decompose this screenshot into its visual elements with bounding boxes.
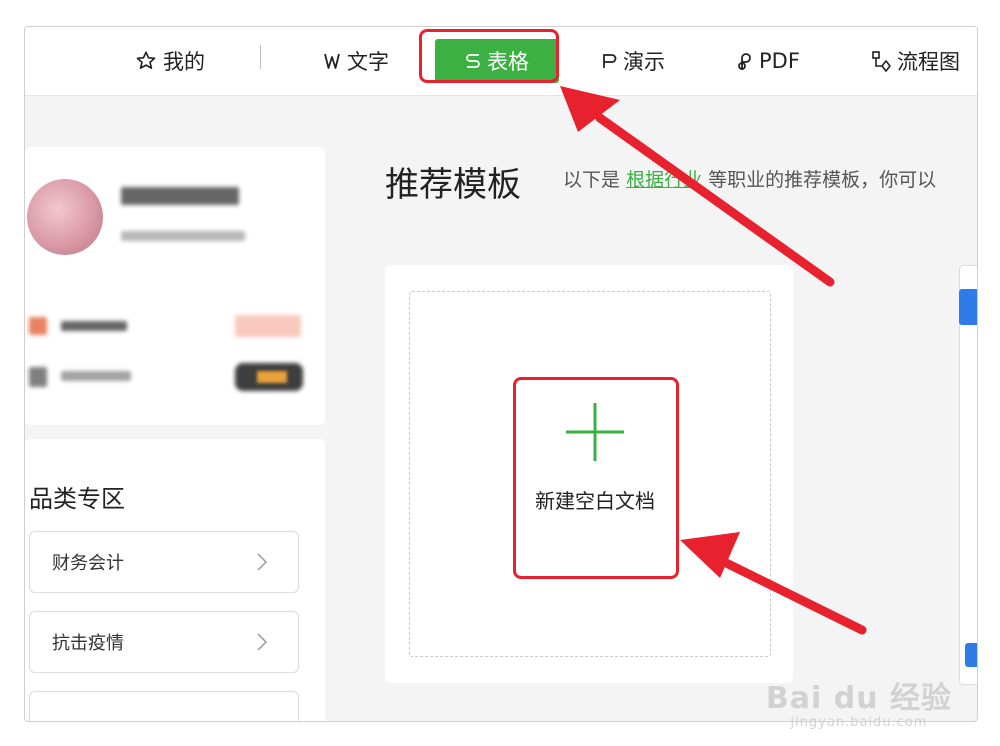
arrow-to-tab [560,86,835,287]
watermark-logo: Bai du 经验 [765,681,952,716]
watermark: Bai du 经验 jingyan.baidu.com [766,673,952,730]
arrow-to-new-doc [680,532,867,635]
watermark-url: jingyan.baidu.com [790,715,928,730]
annotation-arrows [560,86,867,635]
